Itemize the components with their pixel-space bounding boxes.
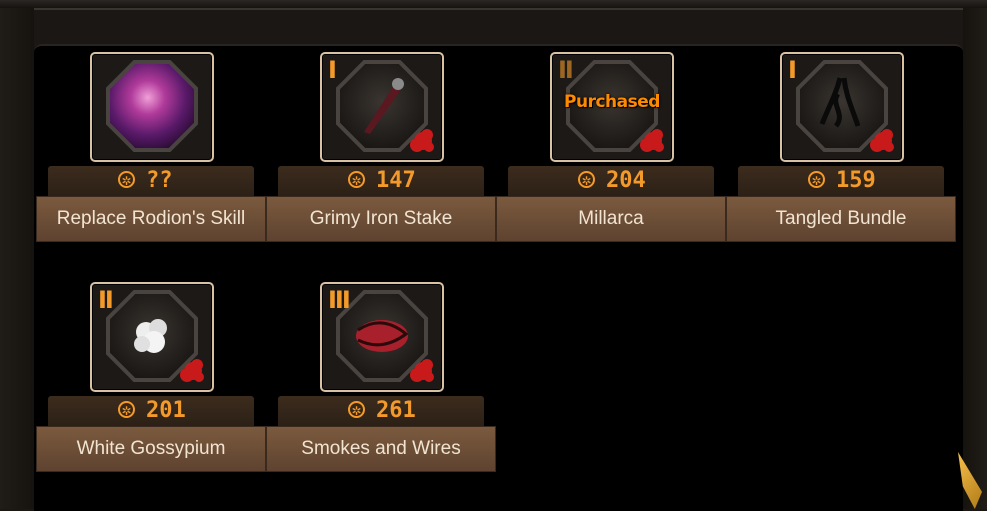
- cog-coin-icon: ✲: [808, 171, 825, 188]
- cog-coin-icon: ✲: [348, 401, 365, 418]
- shop-item-tangled-bundle[interactable]: I ✲ 159 Tangled Bundle: [726, 48, 956, 248]
- red-seal-icon: [414, 132, 432, 150]
- cog-coin-icon: ✲: [348, 171, 365, 188]
- tier-label: I: [328, 56, 337, 84]
- cog-coin-icon: ✲: [118, 171, 135, 188]
- red-seal-icon: [874, 132, 892, 150]
- price-bar: ✲ ??: [48, 166, 254, 196]
- item-name: Grimy Iron Stake: [266, 196, 496, 242]
- item-name: White Gossypium: [36, 426, 266, 472]
- item-price: 147: [376, 168, 416, 193]
- red-seal-icon: [184, 362, 202, 380]
- price-bar: ✲ 204: [508, 166, 714, 196]
- item-price: 204: [606, 168, 646, 193]
- item-icon-frame: III: [320, 282, 444, 392]
- item-icon-frame: I: [780, 52, 904, 162]
- item-price: 159: [836, 168, 876, 193]
- item-price: 201: [146, 398, 186, 423]
- item-price: ??: [146, 168, 173, 193]
- price-bar: ✲ 159: [738, 166, 944, 196]
- price-bar: ✲ 147: [278, 166, 484, 196]
- stake-icon: [340, 64, 424, 148]
- item-icon-frame: II: [90, 282, 214, 392]
- cog-coin-icon: ✲: [118, 401, 135, 418]
- item-name: Millarca: [496, 196, 726, 242]
- tier-label: I: [788, 56, 797, 84]
- red-seal-icon: [644, 132, 662, 150]
- character-portrait-icon: [110, 64, 194, 148]
- price-bar: ✲ 201: [48, 396, 254, 426]
- shop-item-grimy-iron-stake[interactable]: I ✲ 147 Grimy Iron Stake: [266, 48, 496, 248]
- item-icon-frame: [90, 52, 214, 162]
- window-frame-top: [0, 0, 987, 10]
- item-name: Smokes and Wires: [266, 426, 496, 472]
- item-name: Replace Rodion's Skill: [36, 196, 266, 242]
- price-bar: ✲ 261: [278, 396, 484, 426]
- shop-item-smokes-and-wires[interactable]: III ✲ 261 Smokes and Wires: [266, 278, 496, 478]
- shop-item-white-gossypium[interactable]: II ✲ 201 White Gossypium: [36, 278, 266, 478]
- item-icon-frame: I: [320, 52, 444, 162]
- shop-panel: ✲ ?? Replace Rodion's Skill I ✲ 147 Grim…: [34, 44, 963, 511]
- item-price: 261: [376, 398, 416, 423]
- item-icon-frame: II Purchased: [550, 52, 674, 162]
- window-frame-left: [0, 8, 34, 509]
- tier-label: III: [328, 286, 351, 314]
- item-name: Tangled Bundle: [726, 196, 956, 242]
- cotton-icon: [110, 294, 194, 378]
- shop-item-millarca[interactable]: II Purchased ✲ 204 Millarca: [496, 48, 726, 248]
- red-seal-icon: [414, 362, 432, 380]
- bundle-icon: [800, 64, 884, 148]
- tier-label: II: [98, 286, 114, 314]
- wires-icon: [340, 294, 424, 378]
- window-frame-right: [963, 8, 987, 509]
- tier-label: II: [558, 56, 574, 84]
- shop-item-replace-skill[interactable]: ✲ ?? Replace Rodion's Skill: [36, 48, 266, 248]
- cog-coin-icon: ✲: [578, 171, 595, 188]
- purchased-label: Purchased: [564, 92, 660, 112]
